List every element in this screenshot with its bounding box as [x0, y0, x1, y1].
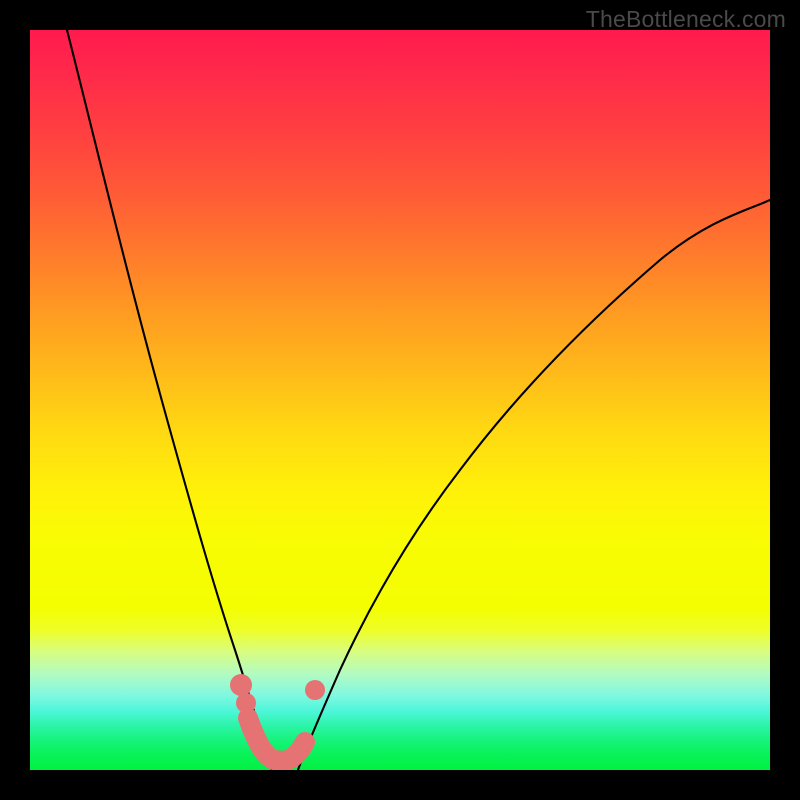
squiggle-dot-3 [305, 680, 325, 700]
curve-layer [30, 30, 770, 770]
squiggle-dot-1 [230, 674, 252, 696]
valley-squiggle [248, 718, 305, 761]
chart-frame: TheBottleneck.com [0, 0, 800, 800]
watermark-text: TheBottleneck.com [586, 6, 786, 33]
plot-area [30, 30, 770, 770]
left-curve [67, 30, 272, 770]
right-curve [298, 200, 770, 770]
